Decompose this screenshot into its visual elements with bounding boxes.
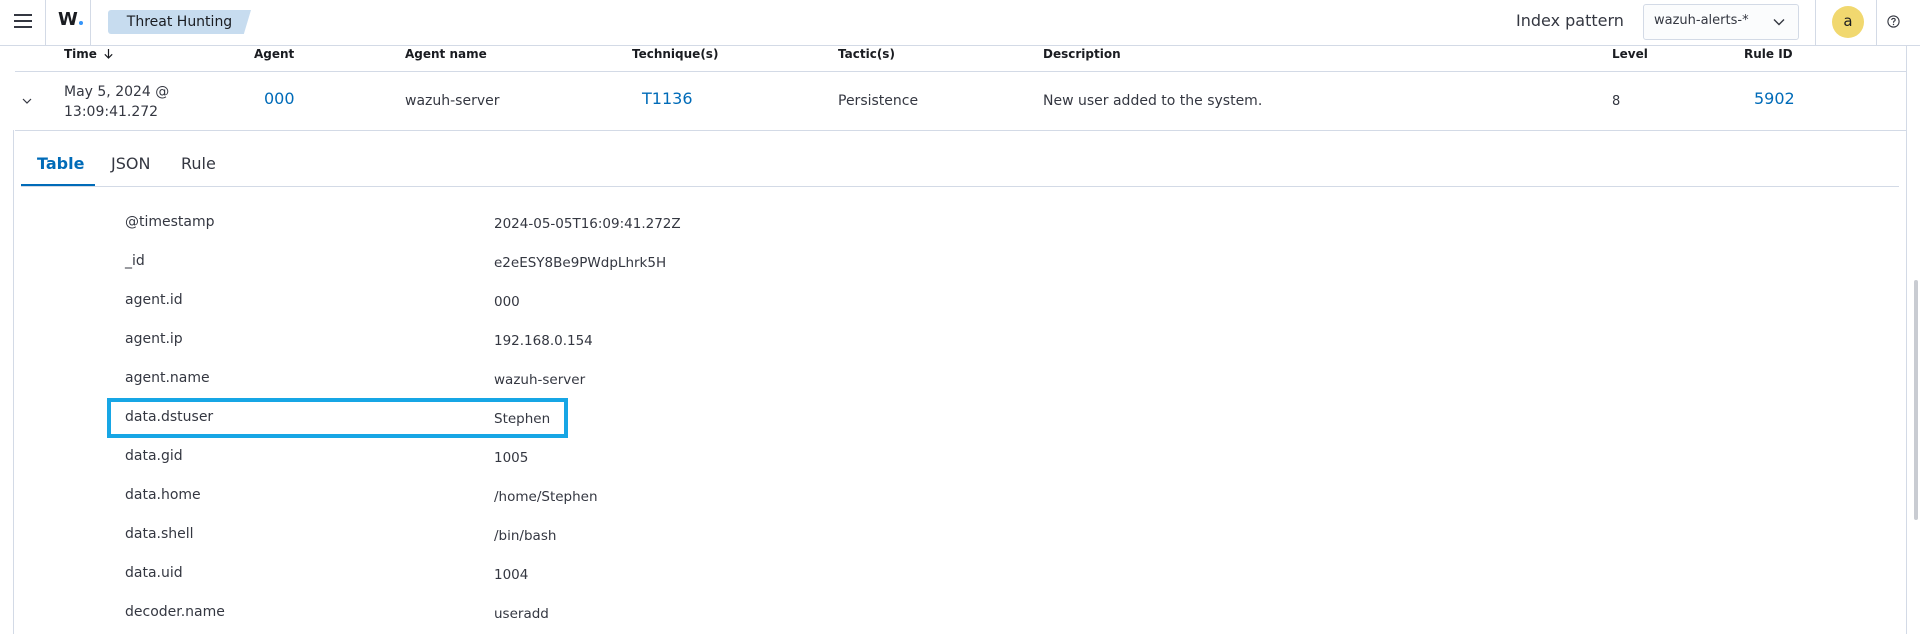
header-divider [1815, 0, 1816, 45]
help-icon[interactable] [1887, 15, 1900, 28]
tabs-divider [21, 186, 1899, 187]
detail-value: /home/Stephen [494, 489, 598, 505]
row-description: New user added to the system. [1043, 93, 1263, 109]
detail-value: 1005 [494, 450, 529, 466]
row-time: May 5, 2024 @ 13:09:41.272 [64, 82, 169, 122]
detail-field: data.shell [125, 526, 194, 542]
detail-field: data.home [125, 487, 201, 503]
column-header-agent-name[interactable]: Agent name [405, 47, 487, 61]
page-scrollbar[interactable] [1914, 280, 1918, 520]
detail-field: _id [125, 253, 145, 269]
detail-field: data.uid [125, 565, 183, 581]
detail-field: agent.ip [125, 331, 183, 347]
header-row-divider [15, 71, 1907, 72]
column-header-time-label: Time [64, 47, 97, 61]
column-header-time[interactable]: Time [64, 47, 114, 61]
row-level: 8 [1612, 94, 1621, 109]
detail-panel-border [1906, 46, 1907, 634]
logo-dot-icon [78, 21, 83, 25]
row-expand-chevron-icon[interactable] [20, 94, 34, 108]
chevron-down-icon [1773, 19, 1785, 26]
detail-panel-border [13, 130, 14, 634]
column-header-techniques[interactable]: Technique(s) [632, 47, 718, 61]
index-pattern-select[interactable]: wazuh-alerts-* [1643, 4, 1799, 40]
wazuh-logo-text: W [58, 9, 78, 30]
column-header-tactics[interactable]: Tactic(s) [838, 47, 895, 61]
row-tactic: Persistence [838, 93, 919, 109]
detail-value: /bin/bash [494, 528, 557, 544]
row-time-clock: 13:09:41.272 [64, 104, 159, 120]
detail-field: agent.name [125, 370, 210, 386]
detail-field: agent.id [125, 292, 183, 308]
detail-field: decoder.name [125, 604, 225, 620]
detail-value: 000 [494, 294, 520, 310]
column-header-level[interactable]: Level [1612, 47, 1648, 61]
detail-value: Stephen [494, 411, 551, 427]
index-pattern-value: wazuh-alerts-* [1654, 13, 1749, 28]
column-header-description[interactable]: Description [1043, 47, 1121, 61]
tab-rule[interactable]: Rule [181, 154, 216, 173]
detail-value: e2eESY8Be9PWdpLhrk5H [494, 255, 667, 271]
data-row-divider [15, 130, 1907, 131]
wazuh-logo[interactable]: W [58, 9, 83, 30]
technique-link[interactable]: T1136 [642, 89, 693, 108]
header-divider [45, 0, 46, 45]
breadcrumb-threat-hunting[interactable]: Threat Hunting [108, 10, 251, 34]
column-header-rule-id[interactable]: Rule ID [1744, 47, 1793, 61]
row-time-date: May 5, 2024 @ [64, 84, 170, 100]
detail-value: 1004 [494, 567, 529, 583]
header-divider [90, 0, 91, 45]
row-agent-name: wazuh-server [405, 93, 500, 109]
sort-down-arrow-icon [104, 49, 113, 59]
top-header: W Threat Hunting Index pattern wazuh-ale… [0, 0, 1920, 46]
tab-table[interactable]: Table [37, 154, 84, 173]
header-divider [1876, 0, 1877, 45]
index-pattern-label: Index pattern [1516, 11, 1624, 30]
hamburger-menu-icon[interactable] [14, 12, 32, 30]
detail-value: useradd [494, 606, 549, 622]
detail-field: @timestamp [125, 214, 215, 230]
rule-id-link[interactable]: 5902 [1754, 89, 1795, 108]
agent-id-link[interactable]: 000 [264, 89, 295, 108]
user-avatar[interactable]: a [1832, 6, 1864, 38]
tab-json[interactable]: JSON [111, 154, 150, 173]
column-header-agent[interactable]: Agent [254, 47, 294, 61]
detail-field: data.gid [125, 448, 183, 464]
detail-field: data.dstuser [125, 409, 214, 425]
detail-value: 2024-05-05T16:09:41.272Z [494, 216, 681, 232]
detail-value: wazuh-server [494, 372, 586, 388]
detail-value: 192.168.0.154 [494, 333, 593, 349]
